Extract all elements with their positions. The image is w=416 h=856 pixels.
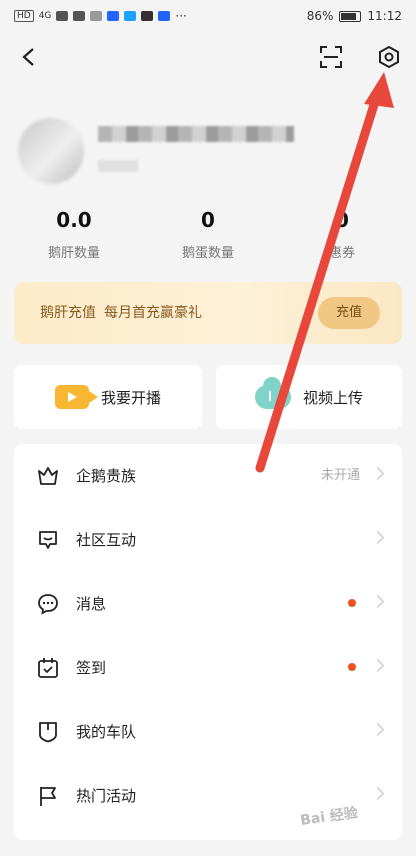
menu-label: 热门活动 [76,787,137,805]
back-arrow-icon [22,48,34,66]
menu-item-checkin[interactable]: 签到 [14,636,402,700]
cloud-upload-icon [254,377,291,409]
clock: 11:12 [367,9,402,23]
unread-dot [348,599,356,607]
menu-label: 企鹅贵族 [76,467,137,485]
menu-item-team[interactable]: 我的车队 [14,700,402,764]
menu-label: 消息 [76,595,107,613]
message-icon [38,594,58,615]
hd-label: HD [14,10,34,22]
status-bar: HD 4G ··· 86% 11:12 [0,0,416,32]
menu-label: 社区互动 [76,531,137,549]
start-live-button[interactable]: 我要开播 [14,365,202,429]
community-icon [39,531,57,549]
menu-item-noble[interactable]: 企鹅贵族 未开通 [14,444,402,508]
menu-label: 我的车队 [76,723,137,741]
user-id-blurred [98,160,138,172]
stats-row: 0.0 鹅肝数量 0 鹅蛋数量 0 惠券 [0,206,416,266]
username-blurred [98,126,294,142]
shield-icon [39,722,57,743]
recharge-banner[interactable]: 鹅肝充值 每月首充赢豪礼 充值 [14,282,402,344]
recharge-button[interactable]: 充值 [318,297,380,329]
unread-dot [348,663,356,671]
star-icon [90,11,103,21]
signal-icon [56,11,69,21]
battery-icon [339,10,362,22]
settings-button[interactable] [372,40,406,74]
chevron-right-icon [371,659,384,672]
stat-value: 0.0 [56,208,92,232]
avatar[interactable] [18,118,84,184]
crown-icon [38,467,58,485]
stat-value: 0 [201,208,215,232]
network-label: 4G [38,11,52,21]
stat-label: 惠券 [328,246,355,261]
menu-item-messages[interactable]: 消息 [14,572,402,636]
app-p-icon [107,11,120,21]
chevron-right-icon [371,787,384,800]
app-q-icon [124,11,137,21]
video-camera-icon [54,385,98,409]
calendar-check-icon [38,658,58,678]
back-button[interactable] [12,40,46,74]
recharge-subtitle: 每月首充赢豪礼 [104,305,202,321]
recharge-title: 鹅肝充值 [40,305,96,321]
app-bulb-icon [158,11,171,21]
wifi-icon [73,11,86,21]
stat-goose-liver[interactable]: 0.0 鹅肝数量 [14,206,134,261]
scan-button[interactable] [314,40,348,74]
stat-value: 0 [335,208,349,232]
menu-item-community[interactable]: 社区互动 [14,508,402,572]
chevron-right-icon [371,467,384,480]
stat-label: 鹅肝数量 [47,246,100,261]
settings-hexagon-icon [379,45,399,69]
battery-percent: 86% [306,9,334,23]
stat-label: 鹅蛋数量 [181,246,234,261]
flag-icon [40,787,56,806]
start-live-label: 我要开播 [100,388,161,407]
more-notifications-icon: ··· [175,9,187,23]
profile-header[interactable] [18,112,398,192]
scan-icon [320,46,342,68]
status-icons-right: 86% 11:12 [307,9,402,23]
stat-coupon[interactable]: 0 惠券 [282,206,402,261]
upload-video-label: 视频上传 [302,388,363,407]
status-icons-left: HD 4G ··· [14,9,187,23]
recharge-text: 鹅肝充值 每月首充赢豪礼 [40,302,202,322]
menu-list: 企鹅贵族 未开通 社区互动 消息 签到 我的车队 热门活动 [14,444,402,840]
menu-label: 签到 [76,659,107,677]
chevron-right-icon [371,595,384,608]
chevron-right-icon [371,723,384,736]
menu-status: 未开通 [320,468,360,483]
top-bar [0,36,416,80]
chevron-right-icon [371,531,384,544]
app-shield-icon [141,11,154,21]
upload-video-button[interactable]: 视频上传 [216,365,402,429]
stat-goose-egg[interactable]: 0 鹅蛋数量 [148,206,268,261]
